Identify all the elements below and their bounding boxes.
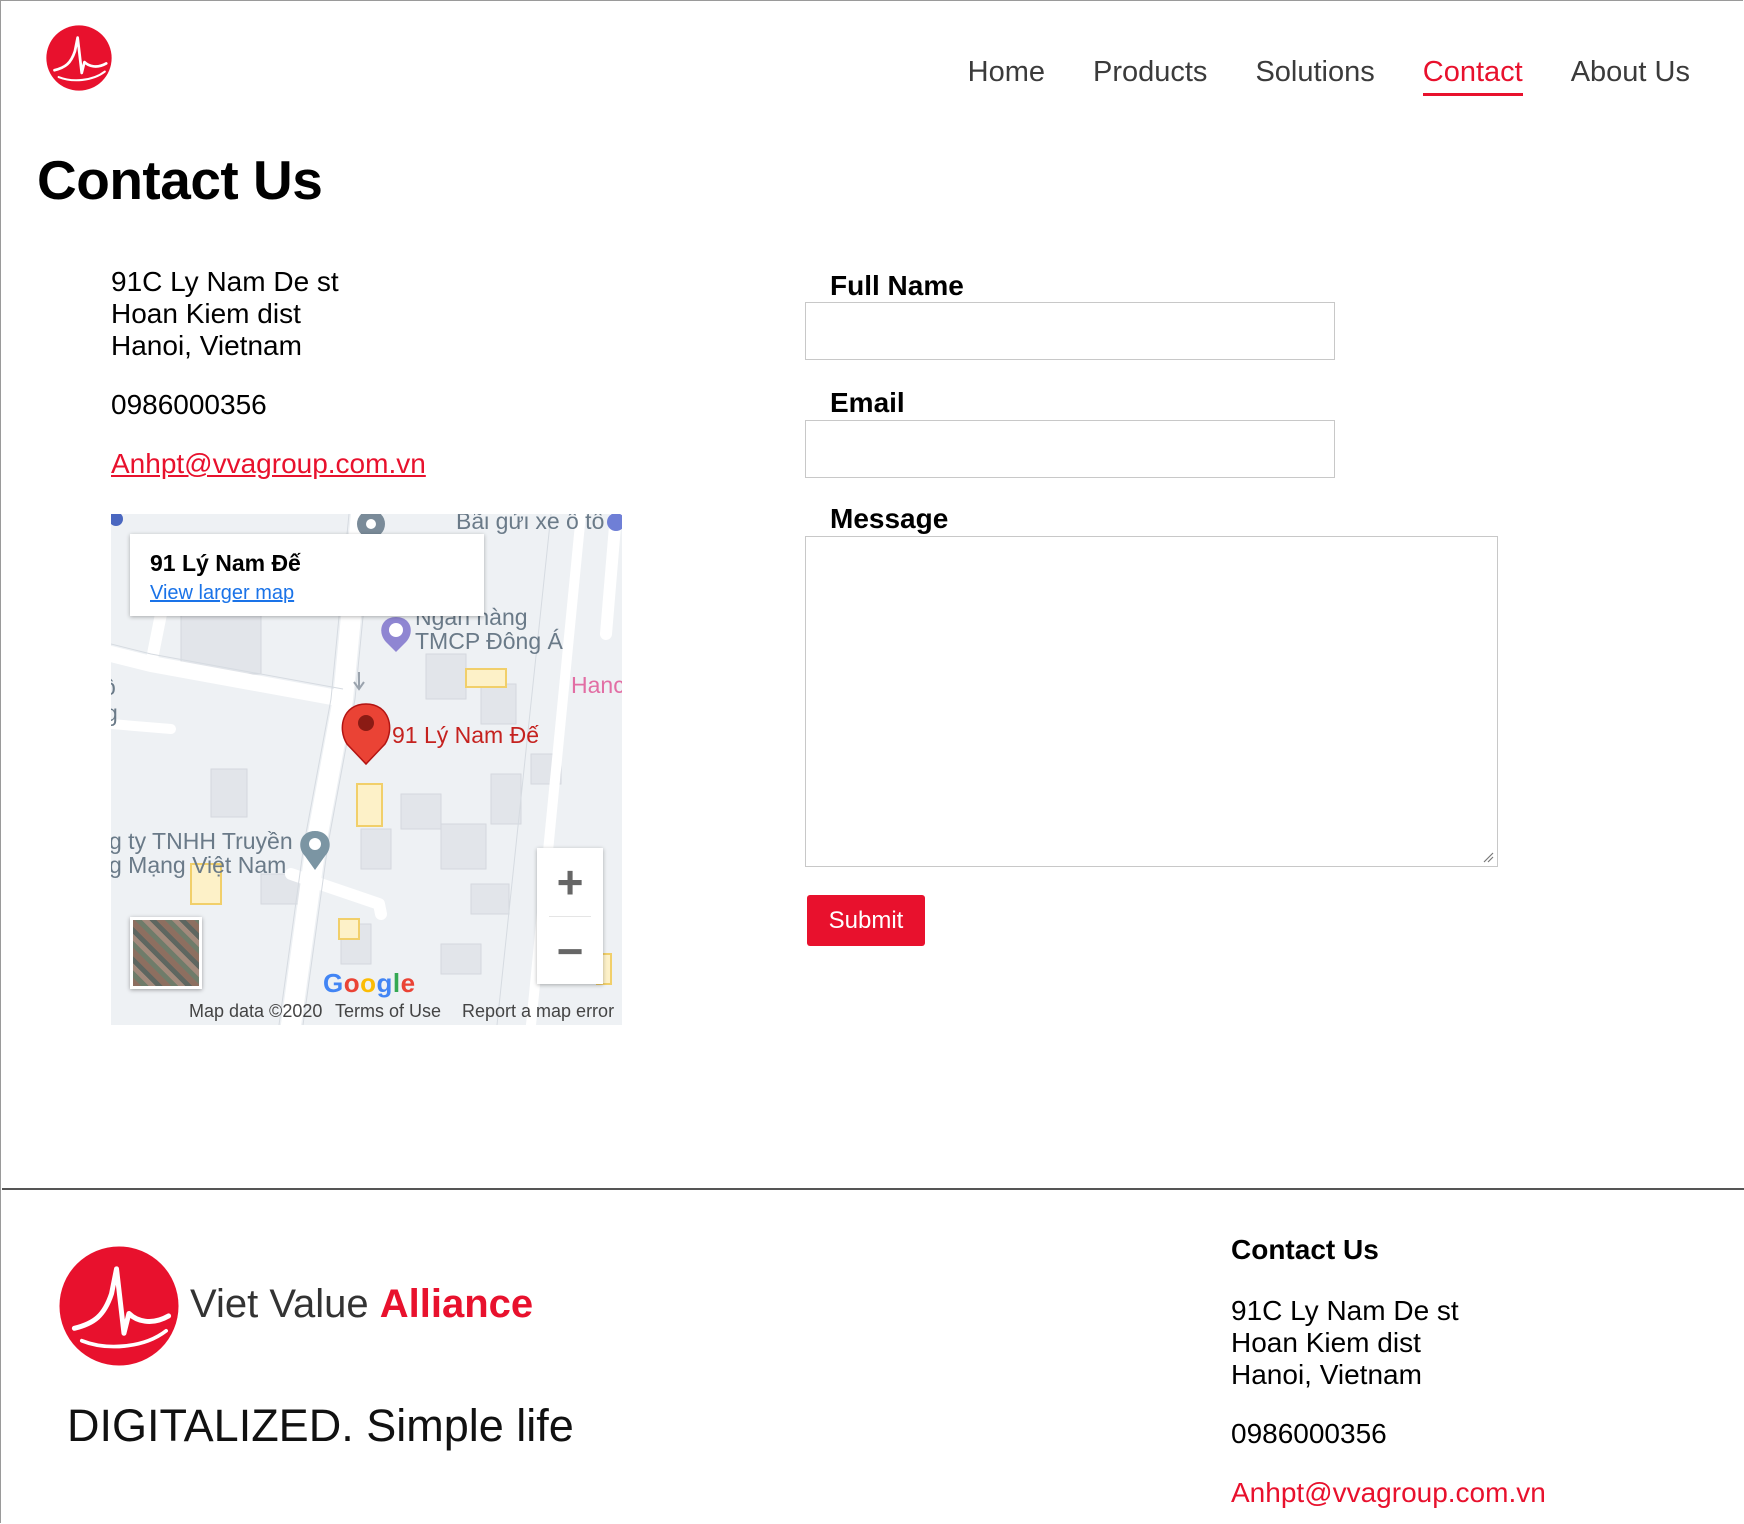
map-label-bank-line2: TMCP Đông Á xyxy=(415,628,563,654)
map-data-text: Map data ©2020 xyxy=(189,1001,323,1021)
email-input[interactable] xyxy=(805,420,1335,478)
map-info-card: 91 Lý Nam Đế View larger map xyxy=(130,534,484,616)
vva-footer-logo-icon xyxy=(59,1246,179,1366)
message-textarea[interactable] xyxy=(805,536,1498,867)
map-label-company-line1: g ty TNHH Truyền xyxy=(111,828,293,854)
map-place-name: 91 Lý Nam Đế xyxy=(150,550,301,576)
main-nav: Home Products Solutions Contact About Us xyxy=(920,52,1690,96)
full-name-label: Full Name xyxy=(830,270,964,301)
nav-contact[interactable]: Contact xyxy=(1422,52,1523,96)
map-label-hanoi-partial: Hanc xyxy=(571,672,622,698)
terms-of-use-link[interactable]: Terms of Use xyxy=(335,1001,441,1022)
page-title: Contact Us xyxy=(37,149,323,211)
nav-products[interactable]: Products xyxy=(1093,52,1207,96)
footer-phone: 0986000356 xyxy=(1231,1418,1387,1449)
brand-name-part1: Viet Value xyxy=(190,1282,380,1326)
nav-solutions[interactable]: Solutions xyxy=(1255,52,1374,96)
tagline: DIGITALIZED. Simple life xyxy=(67,1400,574,1451)
footer-divider xyxy=(2,1188,1744,1190)
resize-grip-icon[interactable] xyxy=(1482,851,1494,863)
footer-address-line: Hoan Kiem dist xyxy=(1231,1327,1421,1358)
zoom-out-button[interactable]: − xyxy=(537,917,603,985)
message-label: Message xyxy=(830,503,949,534)
address-line: 91C Ly Nam De st xyxy=(111,266,339,297)
google-logo: Google xyxy=(323,968,416,998)
address-line: Hoan Kiem dist xyxy=(111,298,301,329)
map-label-partial: g xyxy=(111,700,118,726)
full-name-input[interactable] xyxy=(805,302,1335,360)
map-pin-label[interactable]: 91 Lý Nam Đế xyxy=(392,722,539,749)
view-larger-map-link[interactable]: View larger map xyxy=(150,582,294,605)
nav-home[interactable]: Home xyxy=(968,52,1045,96)
nav-about-us[interactable]: About Us xyxy=(1571,52,1690,96)
submit-button[interactable]: Submit xyxy=(807,895,925,946)
satellite-toggle[interactable] xyxy=(130,917,202,989)
address-block: 91C Ly Nam De st Hoan Kiem dist Hanoi, V… xyxy=(111,266,426,362)
footer-contact: Contact Us 91C Ly Nam De st Hoan Kiem di… xyxy=(1231,1234,1546,1509)
map-label-partial: ộ xyxy=(111,674,116,701)
address-line: Hanoi, Vietnam xyxy=(111,330,302,361)
map-label-company-line2: g Mạng Việt Nam xyxy=(111,852,287,878)
google-map[interactable]: Bãi gửi xe ô tô Ngân hàng TMCP Đông Á ộ … xyxy=(111,514,622,1025)
phone-number: 0986000356 xyxy=(111,389,267,420)
map-attribution: Map data ©2020 Terms of Use Report a map… xyxy=(111,999,622,1025)
email-link[interactable]: Anhpt@vvagroup.com.vn xyxy=(111,448,426,480)
zoom-in-button[interactable]: + xyxy=(537,848,603,916)
map-zoom-controls: + − xyxy=(537,848,603,984)
contact-info: 91C Ly Nam De st Hoan Kiem dist Hanoi, V… xyxy=(111,266,426,480)
email-label: Email xyxy=(830,387,905,418)
report-map-error-link[interactable]: Report a map error xyxy=(462,1001,614,1022)
vva-logo-icon[interactable] xyxy=(45,24,113,92)
footer-address-line: Hanoi, Vietnam xyxy=(1231,1359,1422,1390)
footer-contact-title: Contact Us xyxy=(1231,1234,1379,1265)
brand-name-part2: Alliance xyxy=(379,1282,534,1326)
brand-name: Viet Value Alliance xyxy=(190,1282,533,1327)
footer-address-line: 91C Ly Nam De st xyxy=(1231,1295,1459,1326)
footer-email-link[interactable]: Anhpt@vvagroup.com.vn xyxy=(1231,1477,1546,1509)
map-label-parking: Bãi gửi xe ô tô xyxy=(456,514,605,534)
